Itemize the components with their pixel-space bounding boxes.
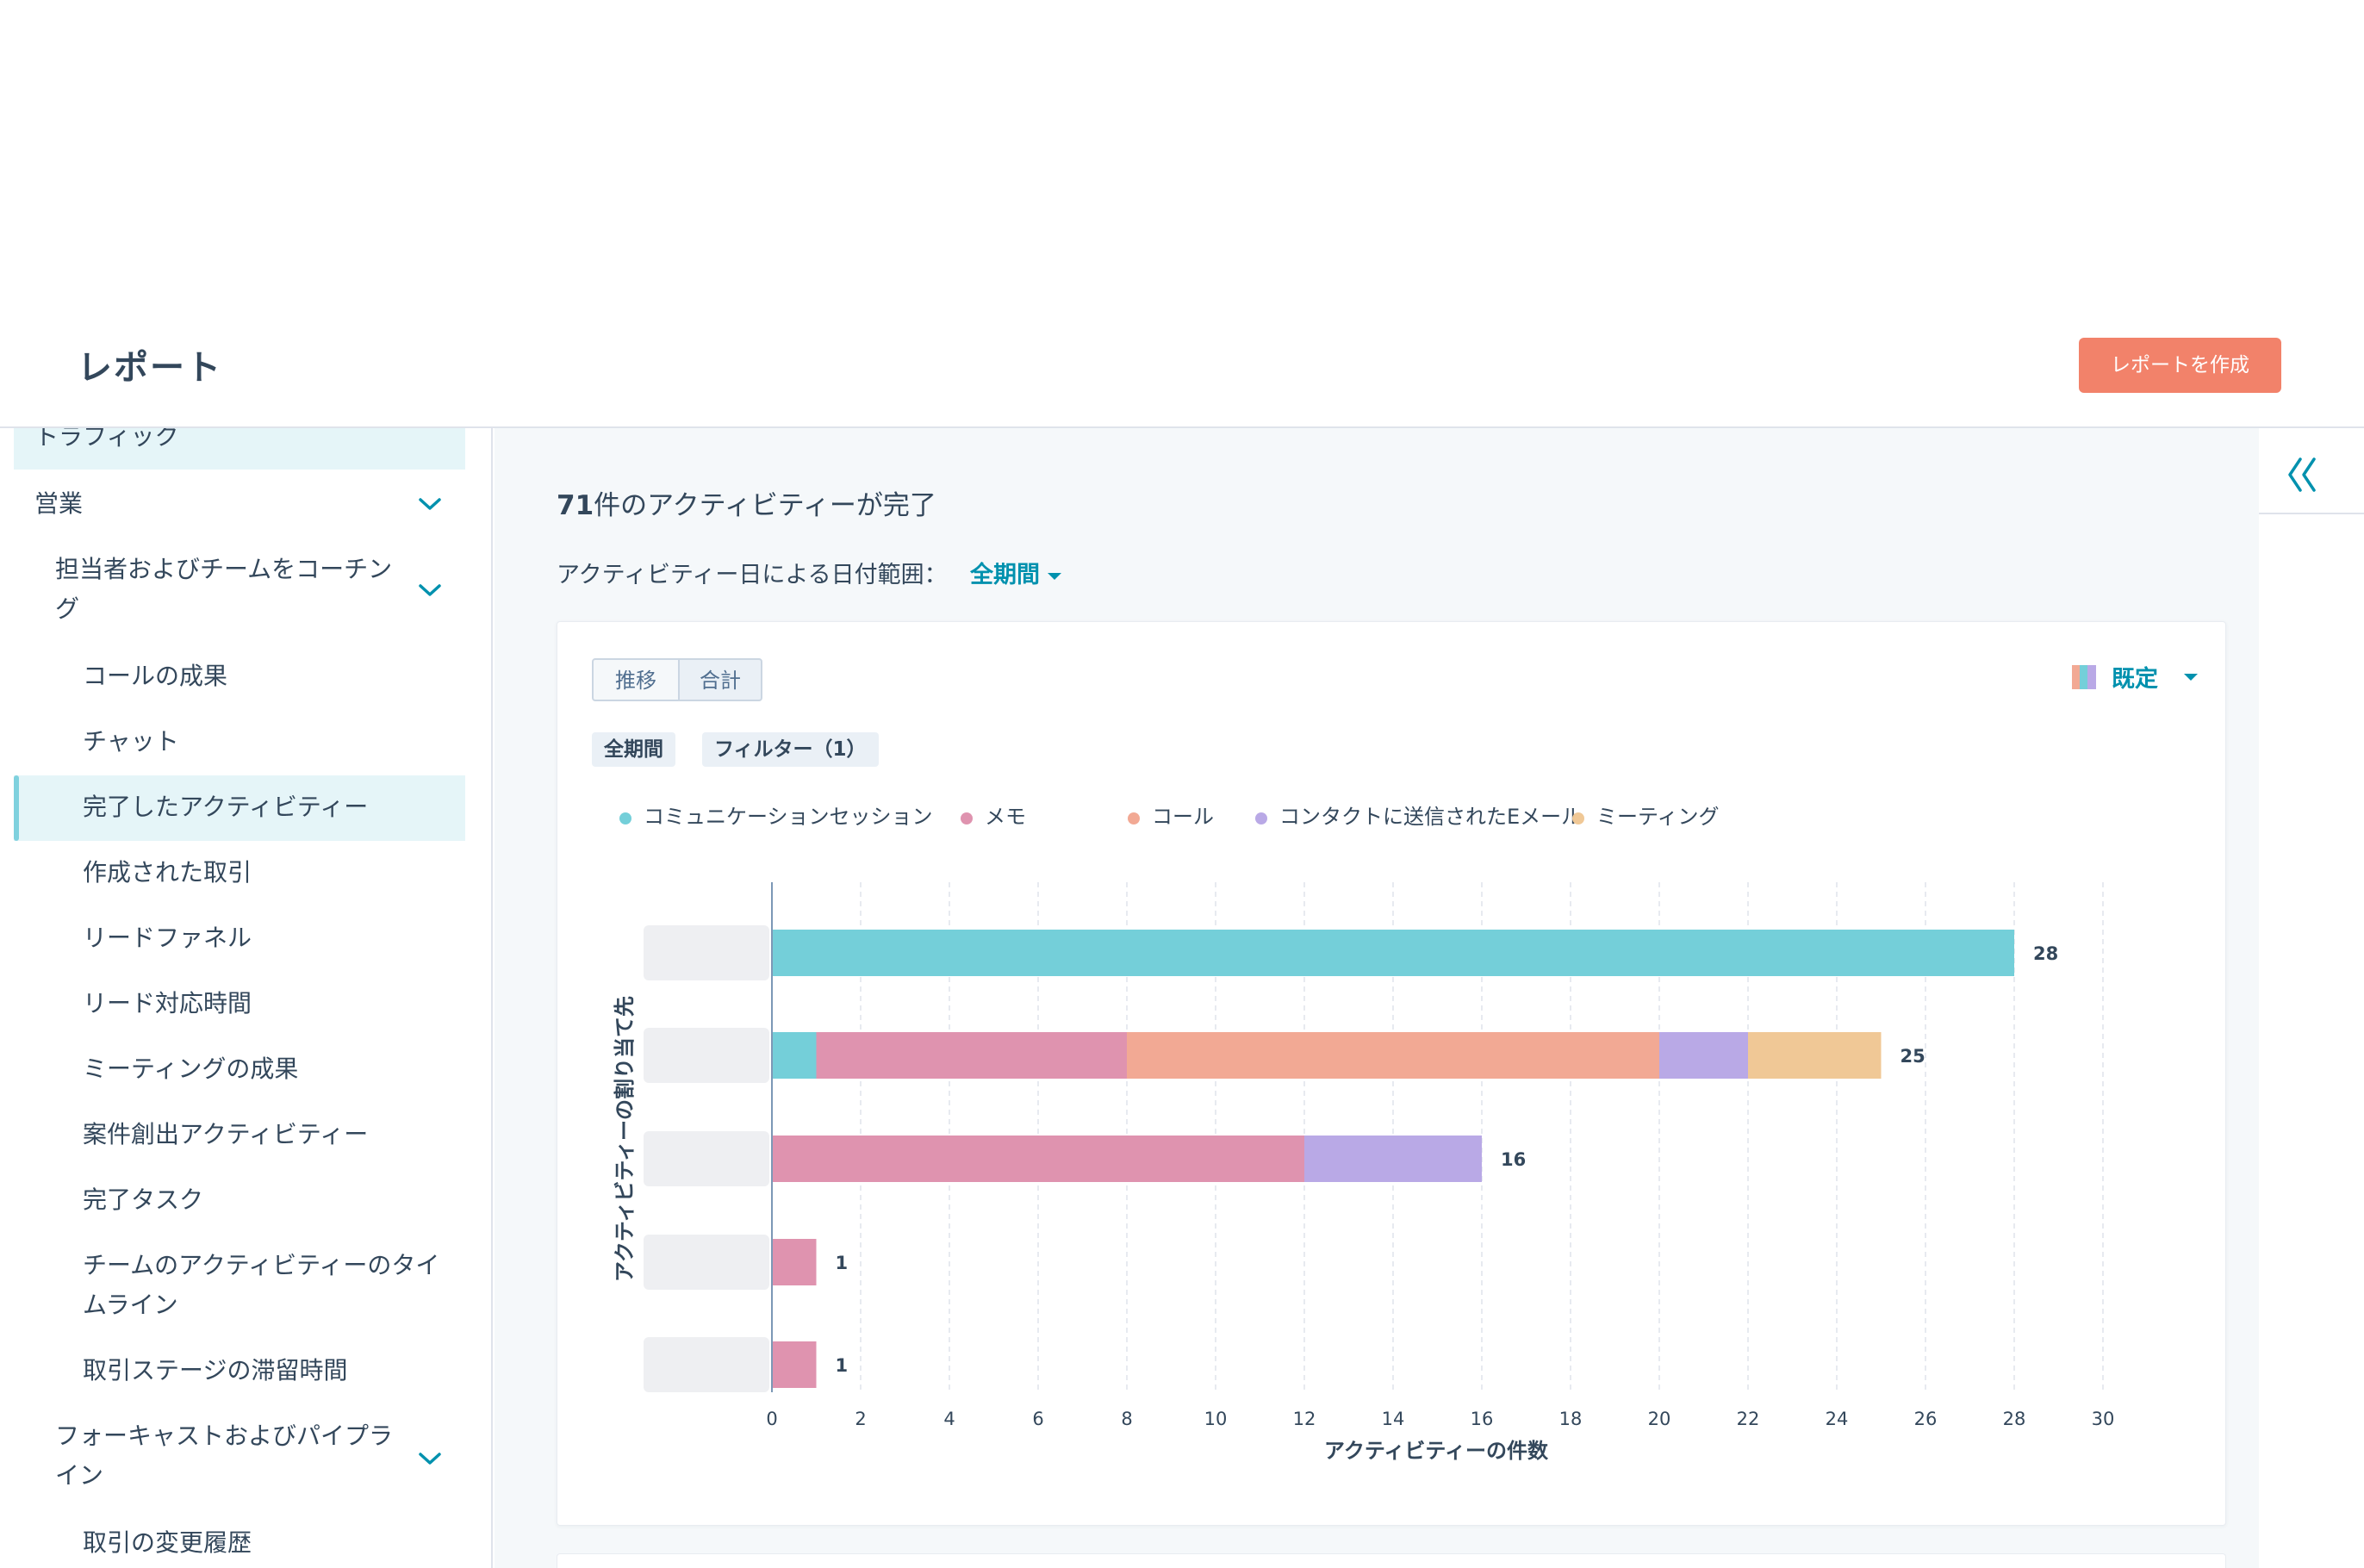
caret-down-icon[interactable] <box>1048 573 1061 580</box>
next-card <box>557 1553 2226 1568</box>
sidebar-item-lead-funnel[interactable]: リードファネル <box>83 918 252 959</box>
sidebar-item-call-results[interactable]: コールの成果 <box>83 656 227 697</box>
x-tick-label: 20 <box>1648 1409 1671 1429</box>
date-range-dropdown[interactable]: 全期間 <box>970 556 1040 589</box>
sidebar-item-lead-response-time[interactable]: リード対応時間 <box>83 983 252 1024</box>
sidebar-item-stage-time[interactable]: 取引ステージの滞留時間 <box>83 1350 347 1391</box>
sidebar-item-completed-activities[interactable]: 完了したアクティビティー <box>83 787 368 828</box>
summary-count: 71 <box>557 490 594 521</box>
x-tick-label: 12 <box>1293 1409 1316 1429</box>
bar-segment <box>816 1032 1127 1079</box>
x-tick-label: 18 <box>1559 1409 1583 1429</box>
bar-segment <box>772 1032 817 1079</box>
bar-segment <box>1659 1032 1748 1079</box>
bar-total-label: 1 <box>836 1355 849 1376</box>
bar-segment <box>772 1136 1304 1182</box>
sidebar-item-team-timeline[interactable]: チームのアクティビティーのタイ <box>83 1245 439 1286</box>
sidebar-item-team-timeline-line2[interactable]: ムライン <box>83 1285 178 1326</box>
x-tick-label: 16 <box>1471 1409 1494 1429</box>
sidebar-item-deals-created[interactable]: 作成された取引 <box>83 852 252 893</box>
page-header: レポート レポートを作成 <box>0 0 2364 428</box>
sidebar-item-deal-history[interactable]: 取引の変更履歴 <box>83 1522 252 1564</box>
bar-total-label: 16 <box>1501 1149 1526 1170</box>
x-tick-label: 26 <box>1914 1409 1938 1429</box>
bar-segment <box>772 930 2014 976</box>
chevron-down-icon[interactable] <box>415 495 445 513</box>
sidebar-item-meeting-results[interactable]: ミーティングの成果 <box>83 1048 298 1090</box>
category-label-redacted <box>644 1235 769 1290</box>
category-label-redacted <box>644 925 769 980</box>
page-title: レポート <box>78 348 222 388</box>
date-range-label: アクティビティー日による日付範囲： <box>557 562 948 588</box>
bar-segment <box>1304 1136 1482 1182</box>
sidebar-item-sales[interactable]: 営業 <box>34 483 83 525</box>
x-tick-label: 6 <box>1032 1409 1043 1429</box>
x-tick-label: 10 <box>1204 1409 1228 1429</box>
bar-total-label: 1 <box>836 1253 849 1273</box>
chart-card: 推移 合計 全期間 フィルター（1） 既定 コミュニケーションセッション メモ コー… <box>557 621 2226 1526</box>
x-axis-title: アクティビティーの件数 <box>1324 1439 1549 1463</box>
sidebar-item-coaching-line2[interactable]: グ <box>55 588 79 630</box>
bar-segment <box>1748 1032 1882 1079</box>
x-tick-label: 24 <box>1826 1409 1849 1429</box>
stacked-bar-chart: 0 2 4 6 8 10 12 14 16 18 20 22 24 26 28 3028251611アクティビ… <box>613 882 2115 1463</box>
bar-total-label: 25 <box>1901 1046 1925 1067</box>
y-axis-title: アクティビティーの割り当て先 <box>613 996 637 1282</box>
chevron-down-icon[interactable] <box>415 1450 445 1467</box>
x-tick-label: 22 <box>1737 1409 1760 1429</box>
sidebar-active-marker <box>14 775 19 841</box>
sidebar-item-completed-tasks[interactable]: 完了タスク <box>83 1179 203 1221</box>
sidebar-item-forecast-line2[interactable]: イン <box>55 1455 103 1496</box>
x-tick-label: 8 <box>1121 1409 1132 1429</box>
summary-text: 件のアクティビティーが完了 <box>594 490 936 521</box>
x-tick-label: 14 <box>1382 1409 1405 1429</box>
collapse-panel-button[interactable] <box>2259 428 2364 514</box>
right-rail <box>2259 428 2364 1568</box>
double-chevron-left-icon <box>2288 457 2316 492</box>
sidebar-item-chat[interactable]: チャット <box>83 721 179 762</box>
x-tick-label: 4 <box>943 1409 955 1429</box>
activity-summary: 71件のアクティビティーが完了 <box>557 483 936 522</box>
sidebar-item-forecast[interactable]: フォーキャストおよびパイプラ <box>55 1416 393 1457</box>
report-sidebar: トラフィック 営業 担当者およびチームをコーチン グ コールの成果 チャット 完… <box>0 428 493 1568</box>
sidebar-item-traffic[interactable]: トラフィック <box>34 428 178 457</box>
x-tick-label: 2 <box>855 1409 866 1429</box>
category-label-redacted <box>644 1131 769 1186</box>
bar-total-label: 28 <box>2033 943 2058 964</box>
x-tick-label: 30 <box>2092 1409 2115 1429</box>
category-label-redacted <box>644 1028 769 1083</box>
category-label-redacted <box>644 1337 769 1392</box>
chevron-down-icon[interactable] <box>415 582 445 599</box>
x-tick-label: 28 <box>2003 1409 2026 1429</box>
x-tick-label: 0 <box>766 1409 777 1429</box>
bar-segment <box>772 1341 817 1388</box>
create-report-button[interactable]: レポートを作成 <box>2079 338 2281 393</box>
bar-segment <box>772 1239 817 1285</box>
sidebar-item-prospecting[interactable]: 案件創出アクティビティー <box>83 1114 368 1155</box>
report-main: 71件のアクティビティーが完了 アクティビティー日による日付範囲： 全期間 推移… <box>495 428 2259 1568</box>
sidebar-item-coaching[interactable]: 担当者およびチームをコーチン <box>55 549 392 590</box>
bar-segment <box>1127 1032 1659 1079</box>
